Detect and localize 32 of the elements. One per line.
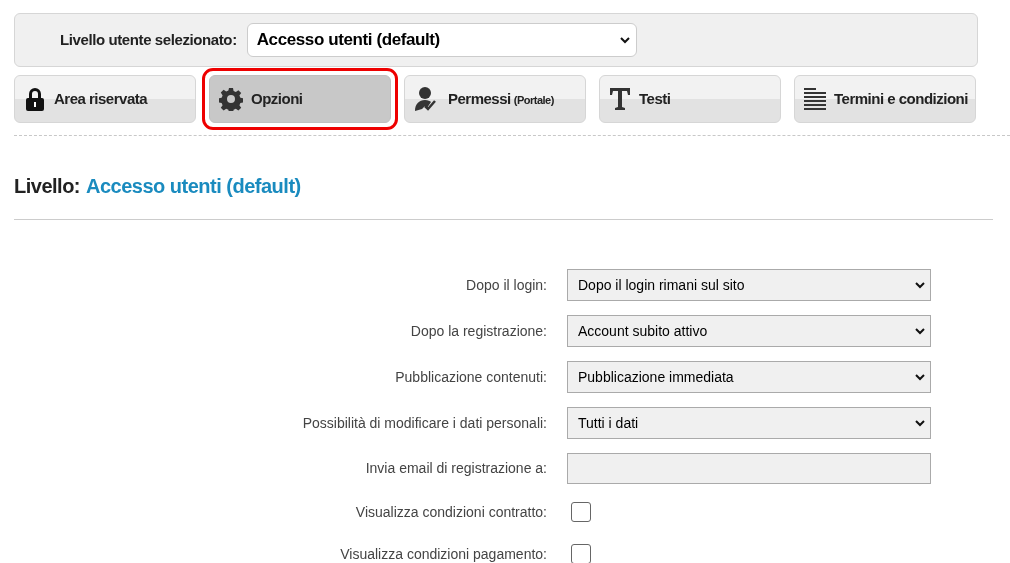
level-label: Livello utente selezionato:: [60, 29, 237, 50]
level-dropdown[interactable]: Accesso utenti (default): [246, 23, 637, 57]
field-label: Visualizza condizioni pagamento:: [339, 544, 547, 563]
chevron-icon: [915, 281, 925, 289]
tab[interactable]: Testi: [599, 75, 781, 123]
field-label: Invia email di registrazione a:: [364, 459, 547, 478]
field-label: Visualizza condizioni contratto:: [354, 502, 547, 522]
tab[interactable]: Termini e condizioni: [794, 75, 976, 123]
checkbox[interactable]: [571, 544, 591, 563]
level-name: Accesso utenti (default): [86, 174, 301, 199]
tab[interactable]: Opzioni: [209, 75, 391, 123]
heading-label: Livello:: [14, 174, 80, 199]
input-field[interactable]: [567, 453, 931, 484]
chevron-icon: [915, 419, 925, 427]
field-label: Possibilità di modificare i dati personali:: [301, 413, 547, 433]
lock-icon: [24, 87, 46, 111]
field-label: Dopo la registrazione:: [409, 321, 547, 341]
chevron-icon: [915, 327, 925, 335]
tab[interactable]: Area riservata: [14, 75, 196, 123]
chevron-icon: [915, 373, 925, 381]
field-label: Dopo il login:: [465, 275, 547, 295]
dropdown[interactable]: Tutti i dati: [567, 407, 931, 439]
checkbox[interactable]: [571, 502, 591, 522]
dropdown[interactable]: Account subito attivo: [567, 315, 931, 347]
dropdown[interactable]: Pubblicazione immediata: [567, 361, 931, 393]
gear-icon: [219, 87, 243, 111]
letter-t-icon: [609, 87, 631, 111]
field-label: Pubblicazione contenuti:: [394, 367, 547, 387]
chevron-icon: [619, 36, 630, 44]
lines-icon: [804, 88, 826, 110]
tab[interactable]: Permessi (Portale): [404, 75, 586, 123]
dropdown[interactable]: Dopo il login rimani sul sito: [567, 269, 931, 301]
